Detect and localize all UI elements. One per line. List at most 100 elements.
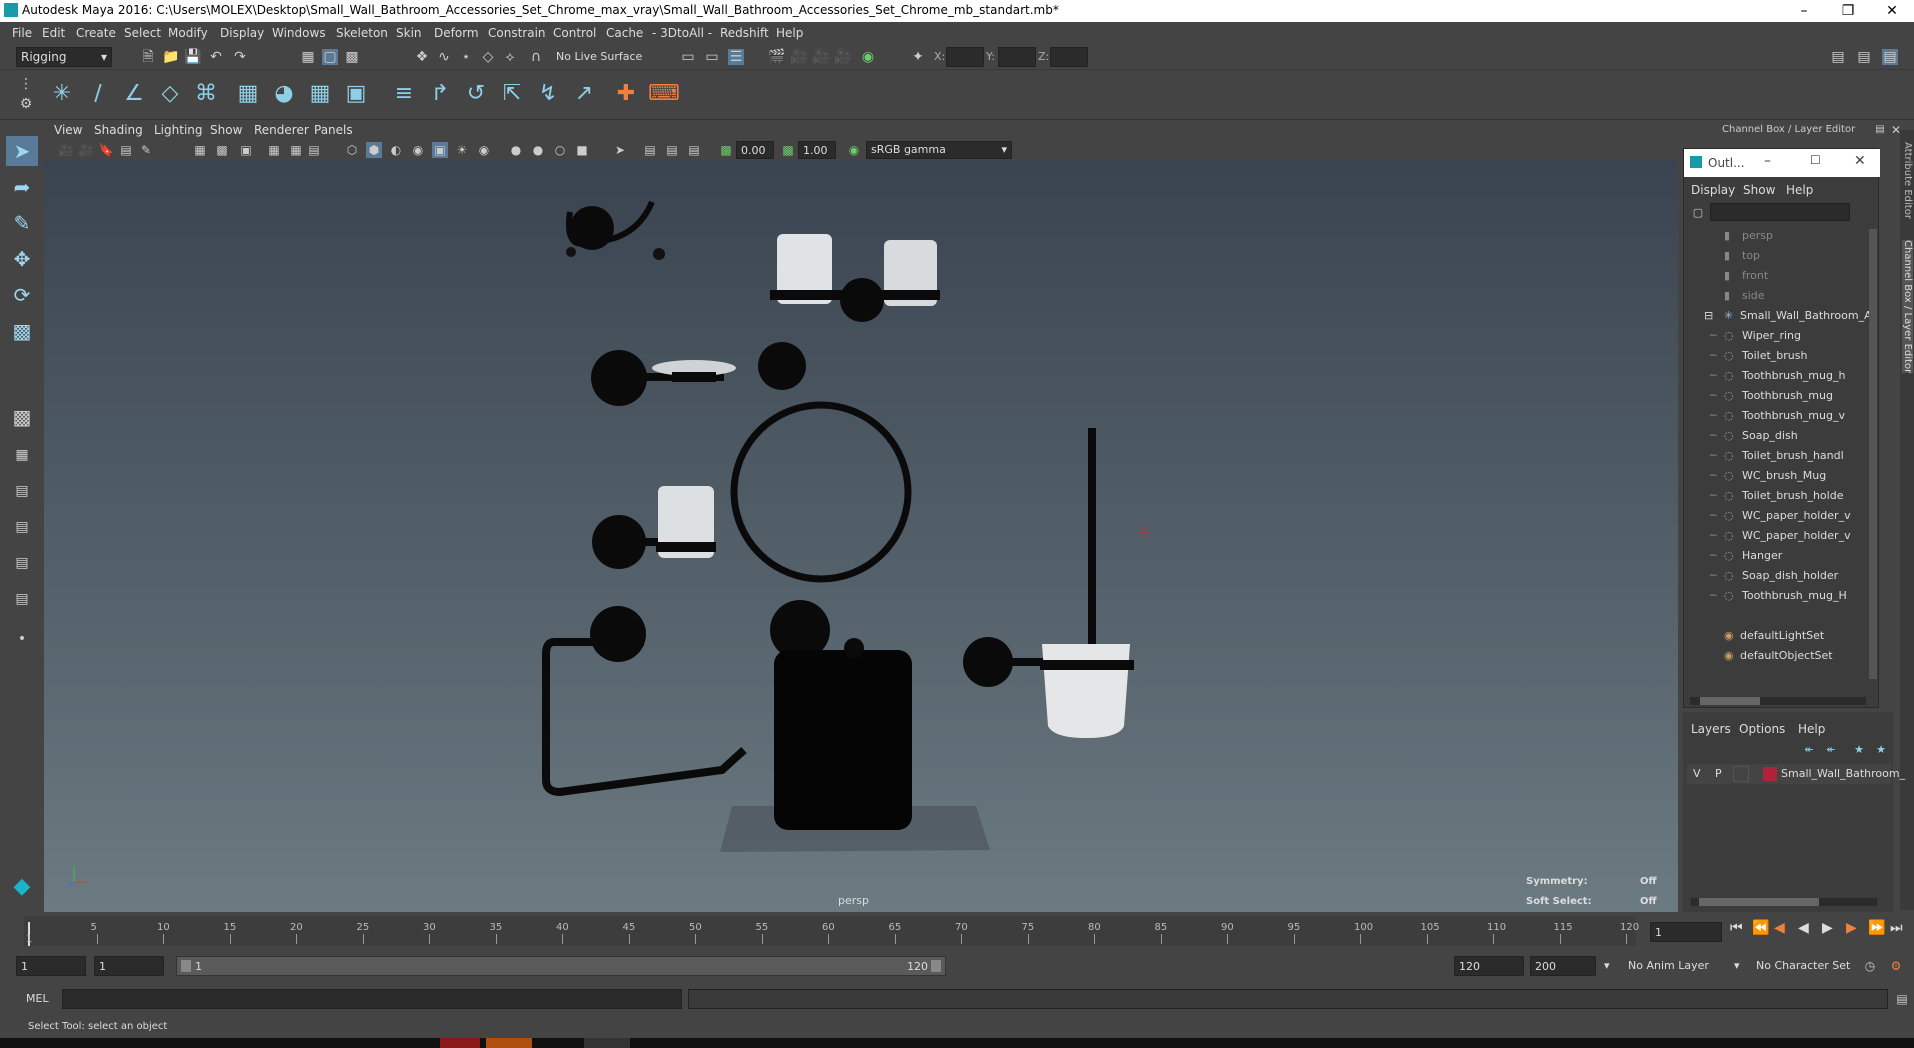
new-layer-selected-icon[interactable]: ★ (1873, 742, 1889, 758)
single-perspective-layout-icon[interactable]: ▩ (6, 402, 38, 432)
command-input[interactable] (62, 989, 682, 1009)
menu-display[interactable]: Display (220, 26, 264, 40)
layer-row[interactable]: V P Small_Wall_Bathroom_ (1687, 764, 1905, 784)
step-forward-key-icon[interactable]: ⏩ (1868, 920, 1885, 936)
layer-display-type[interactable] (1733, 766, 1749, 782)
step-forward-frame-icon[interactable]: ▶ (1846, 920, 1857, 936)
float-panel-icon[interactable]: ▤ (1872, 122, 1888, 138)
range-slider[interactable]: 1 120 (176, 956, 946, 976)
outliner-item[interactable]: Toilet_brush_holde (1742, 489, 1843, 502)
shelf-menu-icon[interactable]: ⋮ (18, 76, 34, 92)
outliner-group[interactable]: Small_Wall_Bathroom_A (1740, 309, 1872, 322)
menu-select[interactable]: Select (124, 26, 161, 40)
persp-hypershade-layout-icon[interactable]: ▤ (6, 548, 38, 578)
gamma-icon[interactable]: ▩ (780, 142, 796, 158)
resolution-gate-icon[interactable]: ▣ (238, 142, 254, 158)
attribute-editor-toggle-icon[interactable]: ▤ (1856, 49, 1872, 65)
point-constraint-icon[interactable]: ↱ (426, 80, 454, 108)
layers-menu-layers[interactable]: Layers (1691, 722, 1731, 736)
multisample-icon[interactable]: ○ (552, 142, 568, 158)
gate-mask-icon[interactable]: ▦ (266, 142, 282, 158)
mirror-joint-icon[interactable]: ◇ (156, 80, 184, 108)
outliner-item[interactable]: Toothbrush_mug (1742, 389, 1833, 402)
ik-handle-icon[interactable]: ∕ (84, 80, 112, 108)
xray-icon[interactable]: ▣ (432, 142, 448, 158)
menu-modify[interactable]: Modify (168, 26, 208, 40)
four-view-layout-icon[interactable]: ▦ (6, 440, 38, 470)
layer-color-swatch[interactable] (1763, 767, 1777, 781)
output-ops-icon[interactable]: ▭ (704, 49, 720, 65)
outliner-item[interactable]: Soap_dish (1742, 429, 1798, 442)
outliner-set-object[interactable]: defaultObjectSet (1740, 649, 1833, 662)
play-forward-icon[interactable]: ▶ (1822, 920, 1833, 936)
tab-attribute-editor[interactable]: Attribute Editor (1902, 142, 1913, 219)
film-gate-icon[interactable]: ▩ (214, 142, 230, 158)
field-chart-icon[interactable]: ▦ (288, 142, 304, 158)
outliner-item[interactable]: Toilet_brush (1742, 349, 1807, 362)
outliner-item[interactable]: Toothbrush_mug_H (1742, 589, 1847, 602)
range-start-handle[interactable] (181, 960, 191, 972)
menu-constrain[interactable]: Constrain (488, 26, 546, 40)
outliner-minimize-button[interactable]: – (1764, 153, 1771, 169)
live-surface-label[interactable]: No Live Surface (556, 50, 642, 63)
lattice-icon[interactable]: ▦ (306, 80, 334, 108)
ik-spline-icon[interactable]: ∠ (120, 80, 148, 108)
save-scene-icon[interactable]: 💾 (184, 49, 201, 65)
lights-icon[interactable]: ☀ (454, 142, 470, 158)
outliner-item[interactable]: WC_paper_holder_v (1742, 529, 1851, 542)
rotate-icon[interactable]: ⟳ (6, 280, 38, 310)
render-view-icon[interactable]: 🎥 (834, 49, 851, 65)
animation-preferences-icon[interactable]: ⚙ (1888, 958, 1904, 974)
time-slider[interactable]: 1 5 10 15 20 25 30 35 40 45 50 55 60 65 70 75 80 85 90 95 1… (0, 912, 1914, 950)
anim-layer-dropdown[interactable]: No Anim Layer (1628, 959, 1709, 972)
playback-start-field[interactable] (94, 956, 164, 976)
textured-icon[interactable]: ◉ (410, 142, 426, 158)
outliner-search-input[interactable] (1710, 203, 1850, 221)
move-icon[interactable]: ✥ (6, 244, 38, 274)
shelf-settings-icon[interactable]: ⚙ (18, 96, 34, 112)
safe-action-icon[interactable]: ▤ (306, 142, 322, 158)
aim-constraint-icon[interactable]: ↯ (534, 80, 562, 108)
persp-outliner-layout-icon[interactable]: ▤ (6, 476, 38, 506)
layer-move-up-icon[interactable]: ↞ (1801, 742, 1817, 758)
outliner-camera-top[interactable]: top (1742, 249, 1760, 262)
step-back-key-icon[interactable]: ⏪ (1752, 920, 1769, 936)
layers-hscroll-thumb[interactable] (1699, 898, 1819, 906)
current-frame-field[interactable] (1650, 922, 1722, 942)
transform-mode-icon[interactable]: ✦ (910, 49, 926, 65)
taskbar-app-3[interactable] (584, 1038, 630, 1048)
viewport-menu-view[interactable]: View (54, 123, 82, 137)
restore-button[interactable]: ❐ (1826, 0, 1870, 22)
orient-constraint-icon[interactable]: ↺ (462, 80, 490, 108)
render-frame-icon[interactable]: 🎥 (790, 49, 807, 65)
character-set-dropdown[interactable]: No Character Set (1756, 959, 1850, 972)
colorspace-dropdown[interactable]: sRGB gamma ▾ (866, 141, 1012, 159)
outliner-maximize-button[interactable]: ☐ (1810, 153, 1821, 167)
outliner-menu-display[interactable]: Display (1691, 183, 1735, 197)
y-field[interactable] (998, 47, 1036, 67)
range-end-handle[interactable] (931, 960, 941, 972)
backface-icon[interactable]: ▤ (686, 142, 702, 158)
outliner-item[interactable]: Soap_dish_holder (1742, 569, 1838, 582)
outliner-camera-front[interactable]: front (1742, 269, 1768, 282)
viewport-menu-renderer[interactable]: Renderer (254, 123, 309, 137)
menuset-dropdown[interactable]: Rigging ▾ (16, 47, 112, 67)
outliner-item[interactable]: Toilet_brush_handl (1742, 449, 1844, 462)
outliner-item[interactable]: Hanger (1742, 549, 1782, 562)
outliner-hscroll-thumb[interactable] (1700, 697, 1760, 705)
layer-visibility-toggle[interactable]: V (1693, 767, 1701, 780)
playback-end-field[interactable] (1454, 956, 1524, 976)
layers-menu-help[interactable]: Help (1798, 722, 1825, 736)
outliner-item[interactable]: Toothbrush_mug_h (1742, 369, 1845, 382)
select-object-icon[interactable]: ▢ (322, 49, 338, 65)
image-plane-icon[interactable]: ▤ (118, 142, 134, 158)
ipr-render-icon[interactable]: 🎥 (812, 49, 829, 65)
taskbar-app-1[interactable] (440, 1038, 480, 1048)
hypershade-icon[interactable]: ◉ (860, 49, 876, 65)
new-scene-icon[interactable]: 🗎 (140, 49, 156, 65)
construction-history-icon[interactable]: ☰ (728, 49, 744, 65)
mel-label[interactable]: MEL (26, 992, 49, 1005)
play-backward-icon[interactable]: ◀ (1798, 920, 1809, 936)
layer-playback-toggle[interactable]: P (1715, 767, 1722, 780)
select-tool-icon[interactable]: ➤ (6, 136, 38, 166)
